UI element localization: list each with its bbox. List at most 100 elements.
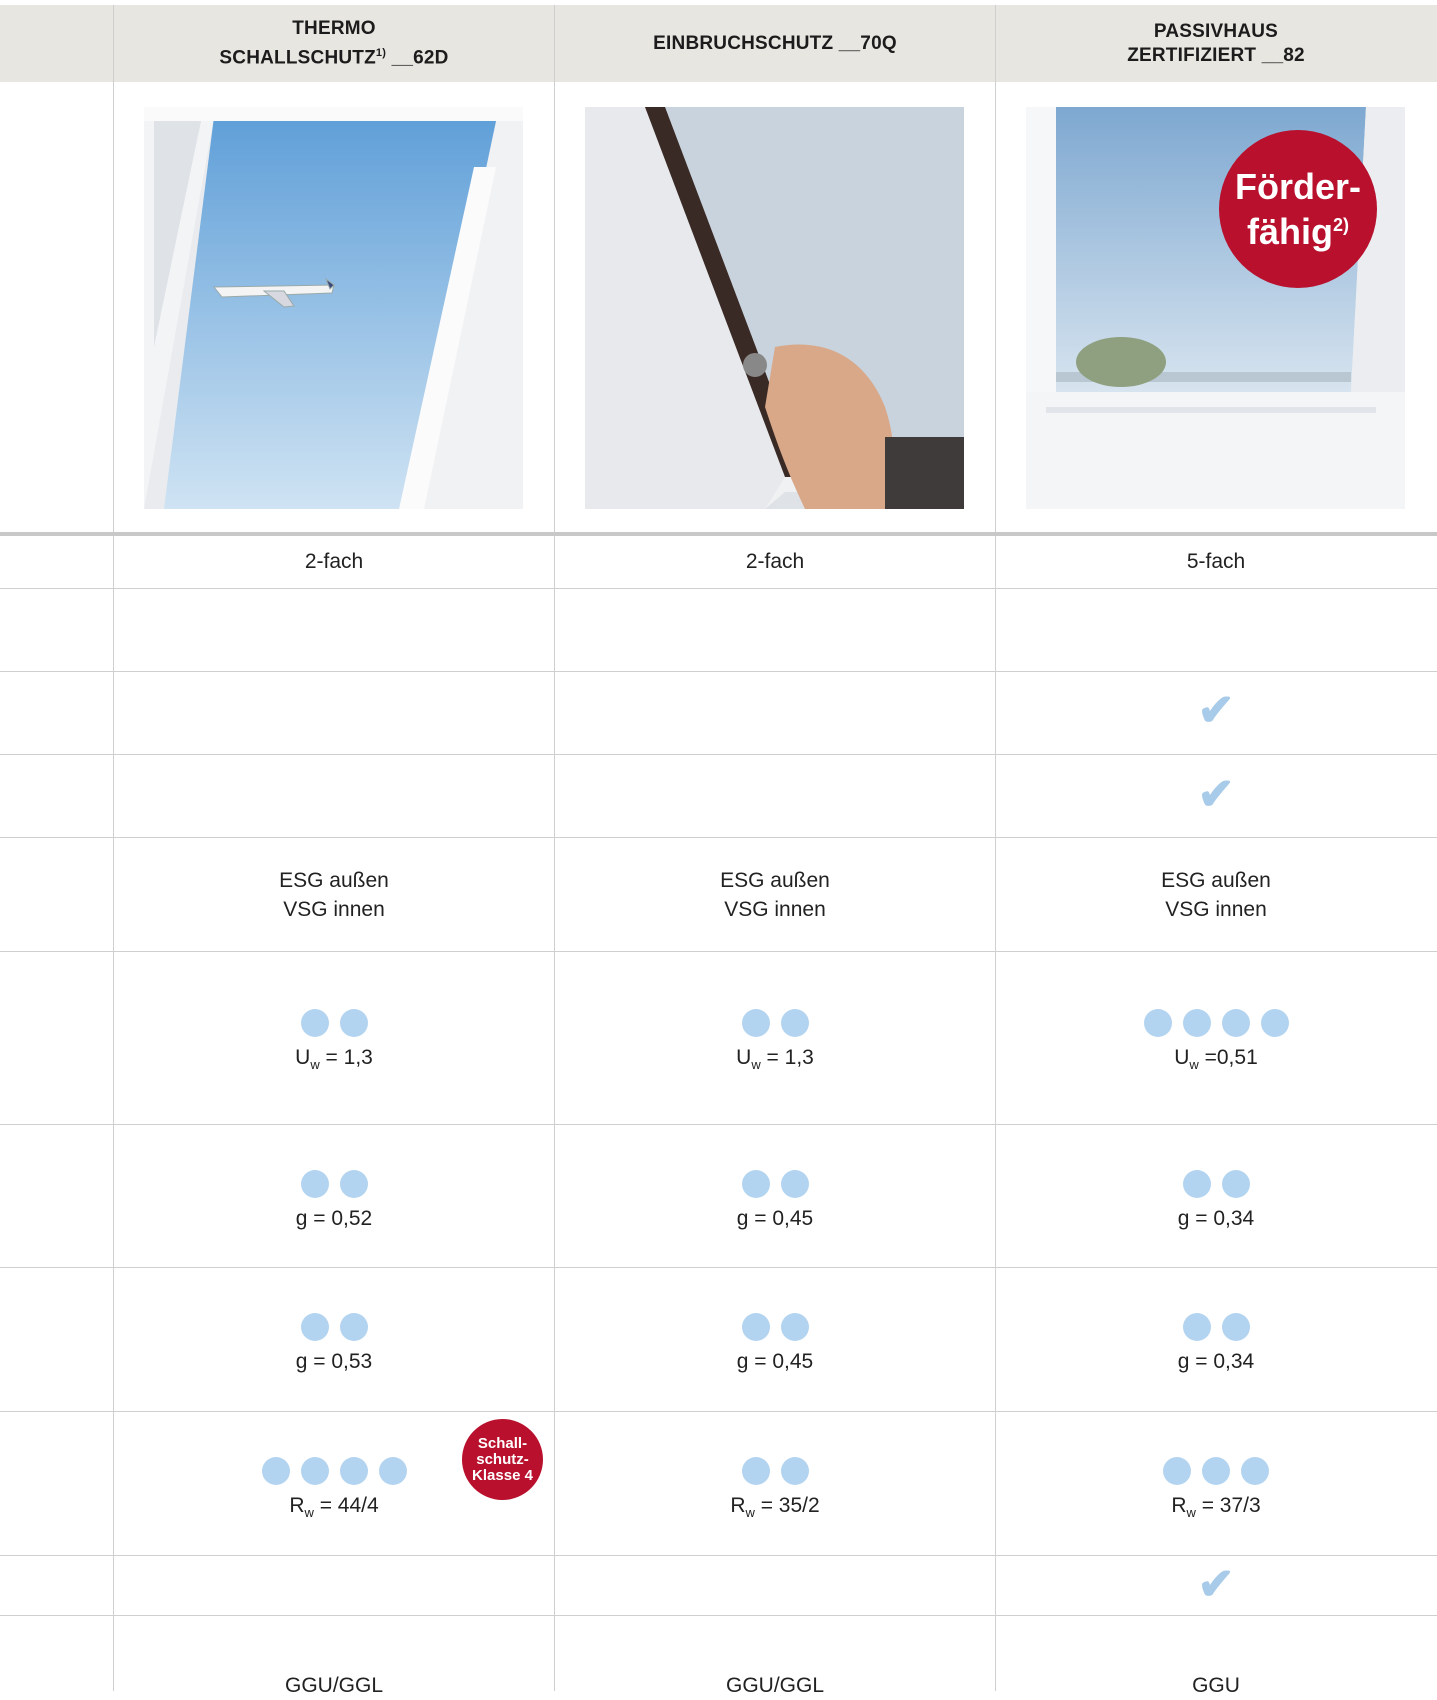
rating-dot-icon — [780, 1457, 809, 1485]
rating-dot-icon — [339, 1457, 368, 1485]
rating-cell-uw: Uw =0,51 — [996, 1009, 1436, 1079]
rating-cell-g1: g = 0,34 — [996, 1170, 1436, 1233]
value-number: =0,51 — [1198, 1046, 1258, 1069]
row-divider — [0, 1615, 1437, 1616]
rating-cell-g1: g = 0,45 — [555, 1170, 995, 1233]
badge-text: Schall- — [477, 1434, 528, 1452]
rating-value: g = 0,34 — [1177, 1350, 1255, 1373]
rating-cell-rw: Rw = 37/3 — [996, 1457, 1436, 1527]
rating-dot-icon — [1241, 1457, 1269, 1485]
cell-glass: ESG außen VSG innen — [996, 866, 1436, 924]
rating-cell-g2: g = 0,34 — [996, 1313, 1436, 1376]
value-symbol: U — [736, 1046, 752, 1069]
rating-cell-g2: g = 0,45 — [555, 1313, 995, 1376]
rating-dot-icon — [339, 1313, 368, 1341]
column-divider — [554, 5, 555, 1691]
badge-text: schutz- — [476, 1450, 529, 1468]
header-line: EINBRUCHSCHUTZ __70Q — [653, 32, 897, 54]
rating-cell-uw: Uw = 1,3 — [555, 1009, 995, 1079]
cell-type: GGU/GGL — [284, 1674, 384, 1697]
rating-value: g = 0,52 — [295, 1207, 373, 1230]
rating-dot-icon — [261, 1457, 290, 1485]
check-icon: ✔ — [1197, 686, 1235, 735]
column-divider — [995, 5, 996, 1691]
value-number: = 1,3 — [319, 1046, 373, 1069]
cell-type: GGU — [1192, 1674, 1240, 1697]
cell-fach: 2-fach — [304, 550, 364, 573]
rating-dot-icon — [1221, 1170, 1250, 1198]
rating-dot-icon — [1202, 1457, 1230, 1485]
rating-cell-g2: g = 0,53 — [114, 1313, 554, 1376]
rating-dot-icon — [339, 1009, 368, 1037]
rating-value: g = 0,45 — [736, 1350, 814, 1373]
rating-dots — [555, 1313, 995, 1341]
rating-dot-icon — [780, 1313, 809, 1341]
rating-dots — [555, 1170, 995, 1198]
column-header-einbruchschutz: EINBRUCHSCHUTZ __70Q — [555, 5, 995, 82]
rating-dot-icon — [339, 1170, 368, 1198]
cell-glass: ESG außen VSG innen — [114, 866, 554, 924]
rating-dot-icon — [1221, 1009, 1250, 1037]
rating-dot-icon — [780, 1009, 809, 1037]
rating-cell-rw: Rw = 35/2 — [555, 1457, 995, 1527]
footnote-ref: 1) — [375, 46, 387, 59]
rating-value: Rw = 37/3 — [996, 1491, 1436, 1527]
rating-dot-icon — [300, 1170, 329, 1198]
rating-dot-icon — [741, 1457, 770, 1485]
rating-dot-icon — [780, 1170, 809, 1198]
badge-text: Förder- — [1235, 165, 1361, 207]
check-icon: ✔ — [1197, 770, 1235, 819]
value-symbol: R — [289, 1494, 305, 1517]
rating-dot-icon — [1182, 1170, 1211, 1198]
glass-outer: ESG außen — [720, 869, 830, 892]
rating-dot-icon — [741, 1009, 770, 1037]
rating-value: g = 0,45 — [736, 1207, 814, 1230]
rating-dots — [996, 1009, 1436, 1037]
value-subscript: w — [1189, 1057, 1199, 1073]
row-divider — [0, 1124, 1437, 1125]
row-divider — [0, 1411, 1437, 1412]
schallschutz-klasse-badge: Schall- schutz- Klasse 4 — [462, 1419, 543, 1500]
rating-dot-icon — [378, 1457, 407, 1485]
row-divider — [0, 837, 1437, 838]
value-symbol: R — [1171, 1494, 1187, 1517]
header-line: PASSIVHAUS — [1153, 20, 1279, 42]
rating-value: Uw = 1,3 — [555, 1043, 995, 1079]
product-image-lock-key — [585, 107, 964, 509]
rating-value: g = 0,53 — [295, 1350, 373, 1373]
badge-text: fähig — [1246, 210, 1333, 252]
cell-fach: 5-fach — [1186, 550, 1246, 573]
header-line: THERMO — [292, 17, 376, 39]
rating-dot-icon — [1182, 1009, 1211, 1037]
rating-value: Uw = 1,3 — [114, 1043, 554, 1079]
rating-dot-icon — [300, 1009, 329, 1037]
rating-dot-icon — [300, 1457, 329, 1485]
value-number: = 1,3 — [760, 1046, 814, 1069]
rating-dots — [996, 1313, 1436, 1341]
value-symbol: U — [295, 1046, 311, 1069]
rating-dots — [996, 1457, 1436, 1485]
row-divider — [0, 1555, 1437, 1556]
header-line: SCHALLSCHUTZ — [219, 47, 376, 69]
product-image-airplane-window — [144, 107, 523, 509]
rating-dot-icon — [1143, 1009, 1172, 1037]
rating-dots — [114, 1170, 554, 1198]
value-subscript: w — [304, 1505, 314, 1521]
value-subscript: w — [745, 1505, 755, 1521]
rating-dot-icon — [1163, 1457, 1191, 1485]
glass-outer: ESG außen — [279, 869, 389, 892]
rating-dots — [555, 1457, 995, 1485]
value-subscript: w — [1186, 1505, 1196, 1521]
rating-dot-icon — [741, 1170, 770, 1198]
rating-dots — [555, 1009, 995, 1037]
row-divider — [0, 951, 1437, 952]
rating-dot-icon — [741, 1313, 770, 1341]
value-number: = 44/4 — [313, 1494, 379, 1517]
rating-value: g = 0,34 — [1177, 1207, 1255, 1230]
row-divider — [0, 588, 1437, 589]
column-divider — [113, 5, 114, 1691]
glass-inner: VSG innen — [724, 898, 826, 921]
rating-dots — [114, 1009, 554, 1037]
rating-dot-icon — [1221, 1313, 1250, 1341]
rating-dot-icon — [1260, 1009, 1289, 1037]
